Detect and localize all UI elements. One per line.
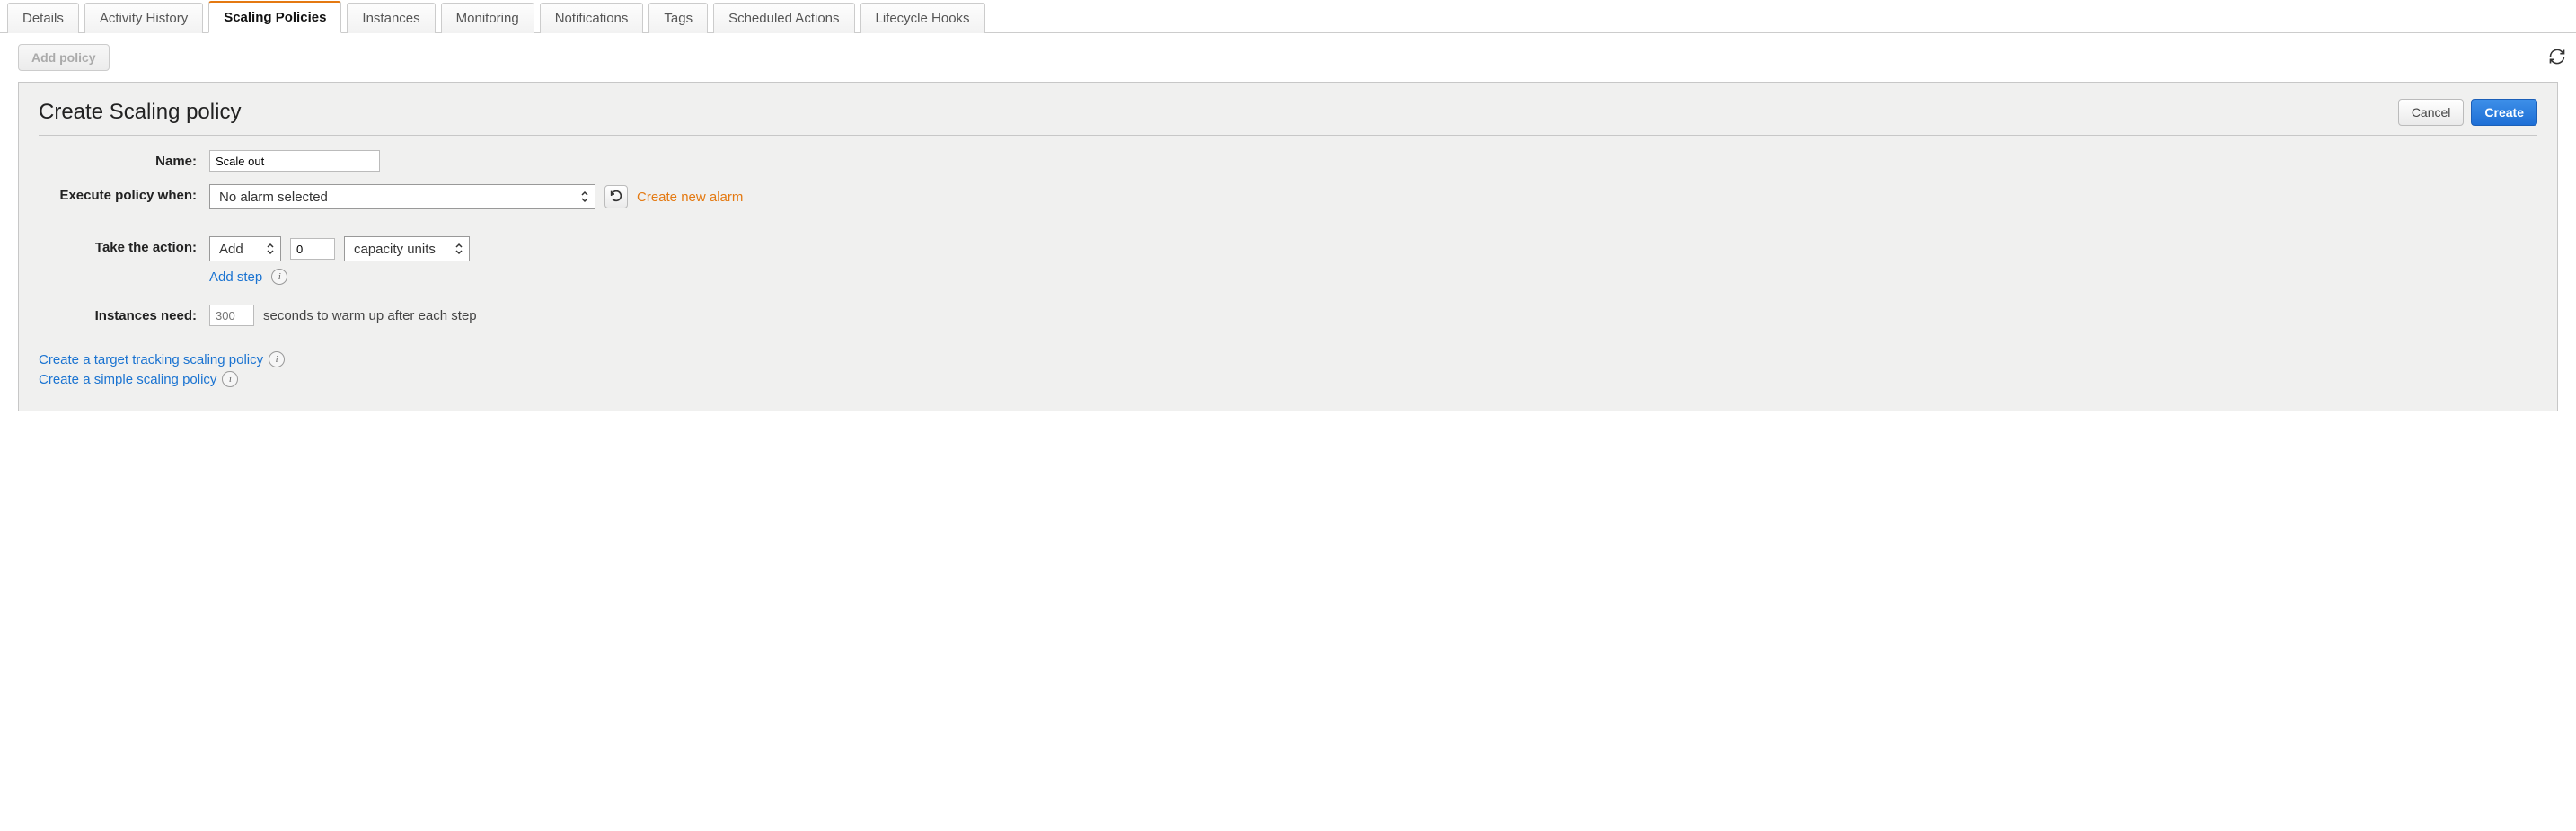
tab-scheduled-actions[interactable]: Scheduled Actions xyxy=(713,3,854,33)
take-action-label: Take the action: xyxy=(39,236,209,255)
add-policy-button: Add policy xyxy=(18,44,110,71)
tab-details[interactable]: Details xyxy=(7,3,79,33)
instances-need-label: Instances need: xyxy=(39,305,209,323)
tab-monitoring[interactable]: Monitoring xyxy=(441,3,534,33)
create-target-tracking-link[interactable]: Create a target tracking scaling policy xyxy=(39,352,263,367)
chevron-updown-icon xyxy=(580,190,589,203)
name-input[interactable] xyxy=(209,150,380,172)
action-unit-value: capacity units xyxy=(354,242,436,257)
action-operator-value: Add xyxy=(219,242,243,257)
tab-lifecycle-hooks[interactable]: Lifecycle Hooks xyxy=(860,3,985,33)
create-button[interactable]: Create xyxy=(2471,99,2537,126)
alarm-select-value: No alarm selected xyxy=(219,190,328,205)
info-icon[interactable]: i xyxy=(269,351,285,367)
create-new-alarm-link[interactable]: Create new alarm xyxy=(637,190,743,205)
info-icon[interactable]: i xyxy=(222,371,238,387)
refresh-icon xyxy=(2548,48,2566,68)
tab-bar: Details Activity History Scaling Policie… xyxy=(0,0,2576,33)
execute-policy-label: Execute policy when: xyxy=(39,184,209,203)
action-operator-select[interactable]: Add xyxy=(209,236,281,261)
panel-title: Create Scaling policy xyxy=(39,100,241,125)
action-amount-input[interactable] xyxy=(290,238,335,260)
warmup-suffix-text: seconds to warm up after each step xyxy=(263,308,477,323)
create-simple-scaling-link[interactable]: Create a simple scaling policy xyxy=(39,372,216,387)
chevron-updown-icon xyxy=(454,243,463,255)
chevron-updown-icon xyxy=(266,243,275,255)
action-unit-select[interactable]: capacity units xyxy=(344,236,470,261)
info-icon[interactable]: i xyxy=(271,269,287,285)
warmup-seconds-input[interactable] xyxy=(209,305,254,326)
refresh-icon xyxy=(609,189,623,206)
create-scaling-policy-panel: Create Scaling policy Cancel Create Name… xyxy=(18,82,2558,411)
tab-activity-history[interactable]: Activity History xyxy=(84,3,203,33)
name-label: Name: xyxy=(39,150,209,169)
refresh-alarms-button[interactable] xyxy=(604,185,628,208)
tab-notifications[interactable]: Notifications xyxy=(540,3,644,33)
tab-instances[interactable]: Instances xyxy=(347,3,435,33)
tab-scaling-policies[interactable]: Scaling Policies xyxy=(208,1,341,33)
alarm-select[interactable]: No alarm selected xyxy=(209,184,595,209)
cancel-button[interactable]: Cancel xyxy=(2398,99,2465,126)
refresh-page-button[interactable] xyxy=(2545,46,2569,69)
add-step-link[interactable]: Add step xyxy=(209,270,262,285)
tab-tags[interactable]: Tags xyxy=(648,3,708,33)
